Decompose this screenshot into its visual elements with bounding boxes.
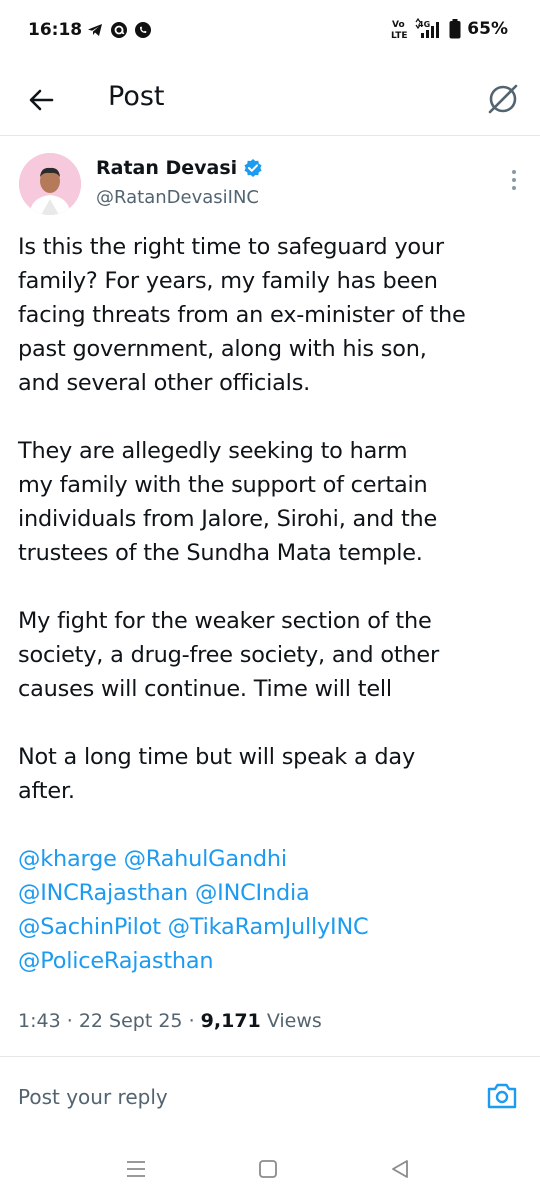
camera-button[interactable] <box>486 1081 518 1111</box>
menu-icon <box>127 1161 145 1177</box>
back-nav-button[interactable] <box>388 1158 412 1180</box>
whatsapp-icon <box>134 21 152 39</box>
status-time: 16:18 <box>28 20 83 40</box>
more-options-button[interactable] <box>510 168 518 192</box>
recent-apps-button[interactable] <box>124 1158 148 1180</box>
post-header: Post <box>0 64 540 136</box>
author-avatar[interactable] <box>19 153 81 215</box>
author-name-text: Ratan Devasi <box>96 157 238 179</box>
triangle-back-icon <box>392 1160 408 1178</box>
4g-signal-icon: 4G <box>415 18 440 38</box>
author-name[interactable]: Ratan Devasi <box>96 157 263 179</box>
post-paragraph: Is this the right time to safeguard your… <box>18 234 466 396</box>
back-button[interactable] <box>22 82 62 118</box>
page-title: Post <box>108 81 165 112</box>
post-paragraph: They are allegedly seeking to harm my fa… <box>18 438 438 566</box>
post-text: Is this the right time to safeguard your… <box>18 230 523 978</box>
home-button[interactable] <box>256 1158 280 1180</box>
more-vertical-icon <box>512 170 516 190</box>
system-navigation-bar <box>0 1140 540 1200</box>
views-count[interactable]: 9,171 <box>201 1010 261 1032</box>
threads-icon <box>110 21 128 39</box>
status-right-group: Vo LTE 4G 65% <box>391 18 508 40</box>
volte-icon: VoLTE <box>391 20 408 40</box>
meta-separator: · <box>66 1010 79 1032</box>
home-square-icon <box>259 1160 277 1178</box>
telegram-icon <box>86 21 104 39</box>
verified-badge-icon <box>243 158 263 178</box>
camera-icon <box>487 1083 517 1109</box>
grok-button[interactable] <box>484 80 522 118</box>
views-label: Views <box>266 1010 322 1032</box>
svg-text:LTE: LTE <box>391 31 408 40</box>
post-meta: 1:43 · 22 Sept 25 · 9,171 Views <box>18 1010 322 1032</box>
meta-separator: · <box>188 1010 201 1032</box>
reply-bar: Post your reply <box>0 1056 540 1140</box>
post-paragraph: Not a long time but will speak a day aft… <box>18 744 416 804</box>
arrow-left-icon <box>29 89 54 111</box>
post-date: 22 Sept 25 <box>78 1010 183 1032</box>
battery-icon <box>449 19 461 39</box>
status-bar: 16:18 Vo LTE 4G 65% <box>0 0 540 64</box>
grok-icon <box>488 84 518 114</box>
reply-input[interactable]: Post your reply <box>18 1085 168 1109</box>
author-handle[interactable]: @RatanDevasiINC <box>96 187 259 208</box>
svg-text:Vo: Vo <box>392 20 405 30</box>
post-mentions[interactable]: @kharge @RahulGandhi @INCRajasthan @INCI… <box>18 842 523 978</box>
battery-percentage: 65% <box>467 19 508 39</box>
post-time: 1:43 <box>18 1010 61 1032</box>
post-paragraph: My fight for the weaker section of the s… <box>18 608 439 702</box>
status-notification-icons <box>86 21 152 39</box>
